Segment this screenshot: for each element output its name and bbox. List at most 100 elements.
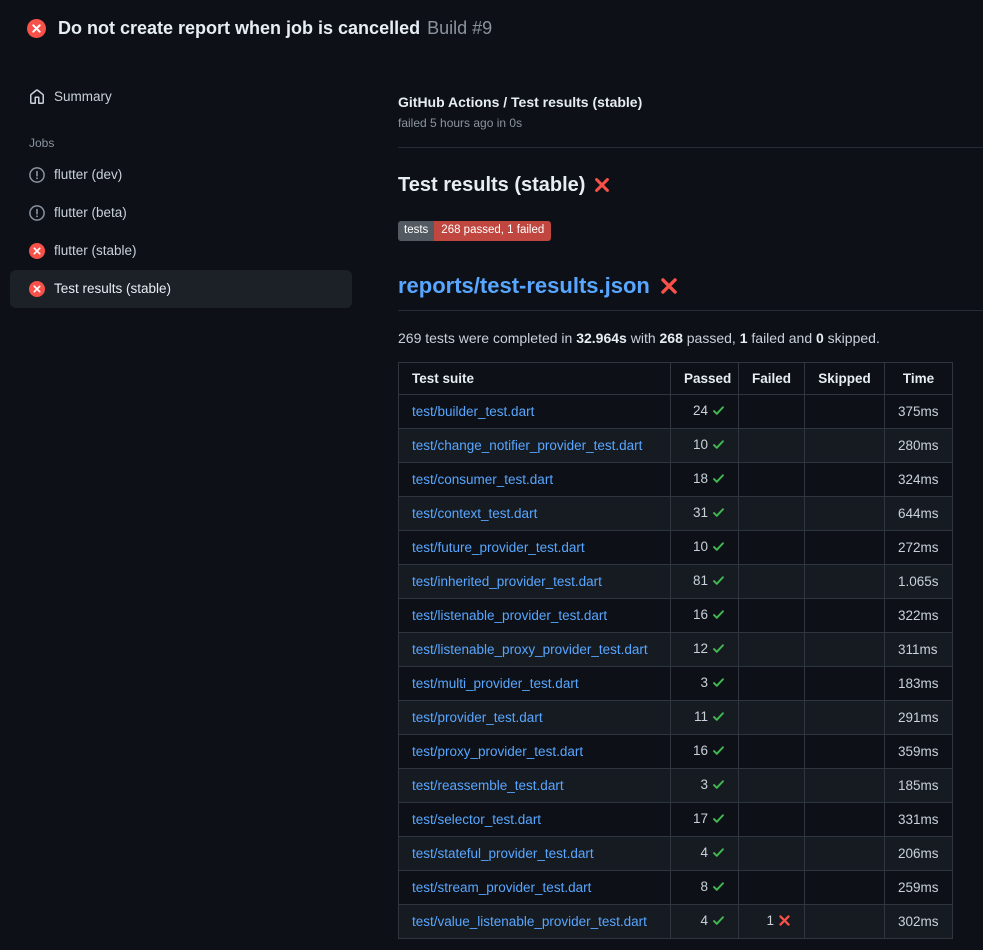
passed-cell: 16 — [671, 735, 739, 769]
home-icon — [29, 89, 45, 105]
suite-cell: test/stream_provider_test.dart — [399, 871, 671, 905]
skipped-cell — [805, 803, 885, 837]
failed-cell — [739, 599, 805, 633]
suite-cell: test/multi_provider_test.dart — [399, 667, 671, 701]
x-circle-icon — [29, 281, 45, 297]
stop-circle-icon — [29, 167, 45, 183]
build-number: Build #9 — [427, 18, 492, 38]
suite-link[interactable]: test/value_listenable_provider_test.dart — [412, 914, 647, 929]
time-cell: 359ms — [885, 735, 953, 769]
sidebar-job-flutter-beta[interactable]: flutter (beta) — [10, 194, 352, 232]
count-value: 11 — [694, 709, 708, 724]
check-icon — [712, 880, 725, 896]
summary-value: 0 — [816, 330, 824, 346]
passed-cell: 17 — [671, 803, 739, 837]
suite-link[interactable]: test/change_notifier_provider_test.dart — [412, 438, 642, 453]
column-header-skipped: Skipped — [805, 363, 885, 395]
table-row: test/stateful_provider_test.dart 4 206ms — [399, 837, 953, 871]
check-icon — [712, 846, 725, 862]
check-icon — [712, 642, 725, 658]
check-icon — [712, 540, 725, 556]
count-value: 3 — [700, 675, 708, 690]
badge-value: 268 passed, 1 failed — [434, 221, 551, 242]
failed-cell — [739, 667, 805, 701]
table-row: test/consumer_test.dart18324ms — [399, 463, 953, 497]
suite-link[interactable]: test/inherited_provider_test.dart — [412, 574, 602, 589]
table-row: test/future_provider_test.dart10272ms — [399, 531, 953, 565]
skipped-cell — [805, 599, 885, 633]
suite-link[interactable]: test/listenable_proxy_provider_test.dart — [412, 642, 648, 657]
summary-text: with — [627, 330, 660, 346]
count-value: 16 — [693, 607, 708, 622]
run-header: Do not create report when job is cancell… — [0, 0, 983, 54]
count-value: 10 — [693, 539, 708, 554]
suite-link[interactable]: test/consumer_test.dart — [412, 472, 553, 487]
column-header-failed: Failed — [739, 363, 805, 395]
skipped-cell — [805, 769, 885, 803]
suite-link[interactable]: test/context_test.dart — [412, 506, 537, 521]
suite-link[interactable]: test/proxy_provider_test.dart — [412, 744, 583, 759]
section-title: Test results (stable) — [398, 174, 952, 197]
passed-cell: 16 — [671, 599, 739, 633]
table-row: test/stream_provider_test.dart8259ms — [399, 871, 953, 905]
suite-link[interactable]: test/builder_test.dart — [412, 404, 534, 419]
check-icon — [712, 574, 725, 590]
skipped-cell — [805, 531, 885, 565]
suite-link[interactable]: test/selector_test.dart — [412, 812, 541, 827]
suite-link[interactable]: test/provider_test.dart — [412, 710, 543, 725]
count-value: 12 — [693, 641, 708, 656]
suite-link[interactable]: test/future_provider_test.dart — [412, 540, 585, 555]
sidebar-job-flutter-stable[interactable]: flutter (stable) — [10, 232, 352, 270]
time-cell: 291ms — [885, 701, 953, 735]
time-cell: 375ms — [885, 395, 953, 429]
check-icon — [712, 608, 725, 624]
check-icon — [712, 676, 725, 692]
summary-text: passed, — [683, 330, 740, 346]
count-value: 10 — [693, 437, 708, 452]
skipped-cell — [805, 463, 885, 497]
table-row: test/reassemble_test.dart3185ms — [399, 769, 953, 803]
passed-cell: 31 — [671, 497, 739, 531]
count-value: 3 — [700, 777, 708, 792]
summary-value: 32.964s — [576, 330, 627, 346]
suite-link[interactable]: test/stateful_provider_test.dart — [412, 846, 594, 861]
suite-link[interactable]: test/reassemble_test.dart — [412, 778, 564, 793]
suite-cell: test/future_provider_test.dart — [399, 531, 671, 565]
suite-cell: test/builder_test.dart — [399, 395, 671, 429]
report-file-link[interactable]: reports/test-results.json — [398, 273, 650, 299]
suite-cell: test/proxy_provider_test.dart — [399, 735, 671, 769]
skipped-cell — [805, 905, 885, 939]
skipped-cell — [805, 735, 885, 769]
sidebar-item-summary[interactable]: Summary — [10, 80, 352, 114]
summary-text: skipped. — [824, 330, 880, 346]
column-header-time: Time — [885, 363, 953, 395]
jobs-heading: Jobs — [10, 136, 352, 150]
suite-link[interactable]: test/listenable_provider_test.dart — [412, 608, 607, 623]
skipped-cell — [805, 701, 885, 735]
check-icon — [712, 914, 725, 930]
failed-cell — [739, 837, 805, 871]
sidebar-summary-label: Summary — [54, 89, 112, 104]
sidebar-job-test-results-stable[interactable]: Test results (stable) — [10, 270, 352, 308]
table-row: test/listenable_proxy_provider_test.dart… — [399, 633, 953, 667]
suite-link[interactable]: test/multi_provider_test.dart — [412, 676, 579, 691]
passed-cell: 4 — [671, 837, 739, 871]
suite-link[interactable]: test/stream_provider_test.dart — [412, 880, 591, 895]
skipped-cell — [805, 395, 885, 429]
skipped-cell — [805, 497, 885, 531]
count-value: 4 — [700, 845, 708, 860]
time-cell: 324ms — [885, 463, 953, 497]
sidebar-job-flutter-dev[interactable]: flutter (dev) — [10, 156, 352, 194]
time-cell: 311ms — [885, 633, 953, 667]
run-meta: failed 5 hours ago in 0s — [398, 116, 952, 130]
failed-cell — [739, 531, 805, 565]
time-cell: 331ms — [885, 803, 953, 837]
passed-cell: 10 — [671, 429, 739, 463]
time-cell: 206ms — [885, 837, 953, 871]
sidebar: Summary Jobs flutter (dev) flutter (beta)… — [0, 54, 375, 308]
failed-cell: 1 — [739, 905, 805, 939]
job-label: flutter (beta) — [54, 205, 127, 220]
table-row: test/proxy_provider_test.dart 16 359ms — [399, 735, 953, 769]
check-icon — [712, 438, 725, 454]
time-cell: 1.065s — [885, 565, 953, 599]
